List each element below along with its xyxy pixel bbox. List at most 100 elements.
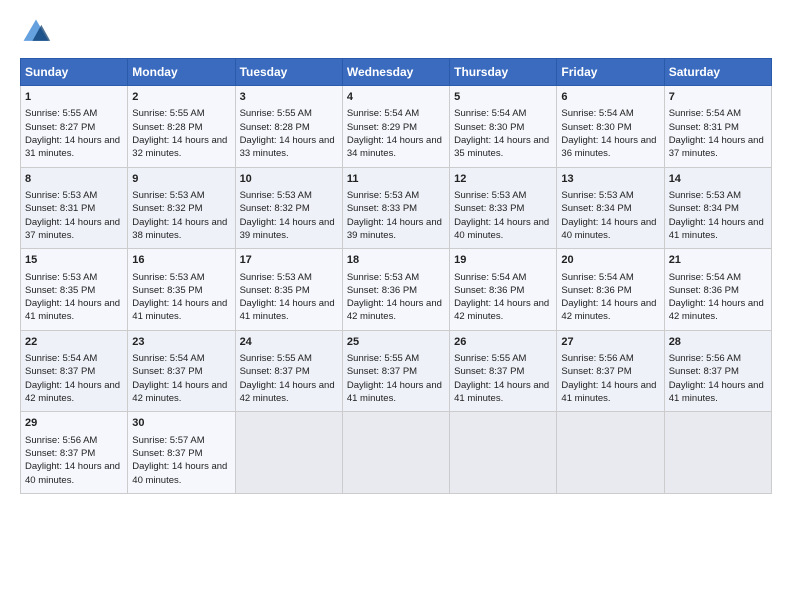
day-number: 13 [561,172,659,187]
daylight-label: Daylight: 14 hours and 40 minutes. [25,461,120,485]
sunset-line: Sunset: 8:36 PM [561,285,631,296]
sunset-line: Sunset: 8:37 PM [454,366,524,377]
day-cell: 25Sunrise: 5:55 AMSunset: 8:37 PMDayligh… [342,330,449,412]
daylight-label: Daylight: 14 hours and 41 minutes. [669,380,764,404]
daylight-label: Daylight: 14 hours and 41 minutes. [454,380,549,404]
day-cell: 16Sunrise: 5:53 AMSunset: 8:35 PMDayligh… [128,249,235,331]
day-number: 30 [132,416,230,431]
calendar-table: SundayMondayTuesdayWednesdayThursdayFrid… [20,58,772,494]
day-cell [664,412,771,494]
sunset-line: Sunset: 8:33 PM [454,203,524,214]
daylight-label: Daylight: 14 hours and 41 minutes. [132,298,227,322]
sunset-line: Sunset: 8:37 PM [132,448,202,459]
col-header-friday: Friday [557,59,664,86]
sunrise-line: Sunrise: 5:54 AM [669,272,741,283]
day-cell: 18Sunrise: 5:53 AMSunset: 8:36 PMDayligh… [342,249,449,331]
day-cell: 21 Sunrise: 5:54 AM Sunset: 8:36 PM Dayligh… [664,249,771,331]
day-cell: 17Sunrise: 5:53 AMSunset: 8:35 PMDayligh… [235,249,342,331]
daylight-label: Daylight: 14 hours and 41 minutes. [561,380,656,404]
day-number: 9 [132,172,230,187]
sunrise-line: Sunrise: 5:53 AM [240,190,312,201]
day-number: 23 [132,335,230,350]
col-header-thursday: Thursday [450,59,557,86]
daylight-label: Daylight: 14 hours and 37 minutes. [669,135,764,159]
sunset-line: Sunset: 8:37 PM [132,366,202,377]
day-number: 29 [25,416,123,431]
sunrise-line: Sunrise: 5:57 AM [132,435,204,446]
day-cell: 8Sunrise: 5:53 AMSunset: 8:31 PMDaylight… [21,167,128,249]
sunrise-line: Sunrise: 5:54 AM [454,272,526,283]
sunset-line: Sunset: 8:31 PM [25,203,95,214]
sunset-line: Sunset: 8:28 PM [132,122,202,133]
sunrise-line: Sunrise: 5:54 AM [132,353,204,364]
day-cell: 6Sunrise: 5:54 AMSunset: 8:30 PMDaylight… [557,86,664,168]
col-header-wednesday: Wednesday [342,59,449,86]
sunset-line: Sunset: 8:32 PM [240,203,310,214]
sunrise-line: Sunrise: 5:54 AM [25,353,97,364]
col-header-monday: Monday [128,59,235,86]
sunrise-line: Sunrise: 5:54 AM [669,108,741,119]
day-number: 2 [132,90,230,105]
day-number: 28 [669,335,767,350]
sunset-line: Sunset: 8:28 PM [240,122,310,133]
day-number: 4 [347,90,445,105]
sunrise-line: Sunrise: 5:55 AM [132,108,204,119]
sunrise-line: Sunrise: 5:53 AM [347,272,419,283]
sunrise-line: Sunrise: 5:54 AM [347,108,419,119]
sunrise-line: Sunrise: 5:54 AM [561,108,633,119]
sunrise-line: Sunrise: 5:53 AM [669,190,741,201]
day-cell: 30Sunrise: 5:57 AMSunset: 8:37 PMDayligh… [128,412,235,494]
sunrise-line: Sunrise: 5:55 AM [240,108,312,119]
day-cell: 26 Sunrise: 5:55 AM Sunset: 8:37 PM Dayligh… [450,330,557,412]
day-cell: 4Sunrise: 5:54 AMSunset: 8:29 PMDaylight… [342,86,449,168]
day-cell: 15Sunrise: 5:53 AMSunset: 8:35 PMDayligh… [21,249,128,331]
day-number: 8 [25,172,123,187]
calendar-body: 1Sunrise: 5:55 AMSunset: 8:27 PMDaylight… [21,86,772,494]
sunset-line: Sunset: 8:29 PM [347,122,417,133]
daylight-label: Daylight: 14 hours and 41 minutes. [240,298,335,322]
day-number: 24 [240,335,338,350]
week-row-2: 8 Sunrise: 5:53 AM Sunset: 8:31 PM Daylight… [21,167,772,249]
day-number: 25 [347,335,445,350]
day-cell: 2Sunrise: 5:55 AMSunset: 8:28 PMDaylight… [128,86,235,168]
sunrise-line: Sunrise: 5:55 AM [454,353,526,364]
col-header-sunday: Sunday [21,59,128,86]
week-row-4: 22 Sunrise: 5:54 AM Sunset: 8:37 PM Dayligh… [21,330,772,412]
sunrise-line: Sunrise: 5:53 AM [25,190,97,201]
daylight-label: Daylight: 14 hours and 39 minutes. [347,217,442,241]
daylight-label: Daylight: 14 hours and 42 minutes. [669,298,764,322]
day-number: 22 [25,335,123,350]
logo-icon [20,16,52,48]
day-number: 3 [240,90,338,105]
week-row-1: 1Sunrise: 5:55 AMSunset: 8:27 PMDaylight… [21,86,772,168]
sunset-line: Sunset: 8:36 PM [669,285,739,296]
day-number: 21 [669,253,767,268]
day-cell: 5Sunrise: 5:54 AMSunset: 8:30 PMDaylight… [450,86,557,168]
daylight-label: Daylight: 14 hours and 42 minutes. [347,298,442,322]
sunrise-line: Sunrise: 5:56 AM [669,353,741,364]
sunrise-line: Sunrise: 5:54 AM [561,272,633,283]
sunset-line: Sunset: 8:37 PM [240,366,310,377]
daylight-label: Daylight: 14 hours and 35 minutes. [454,135,549,159]
day-number: 17 [240,253,338,268]
sunrise-line: Sunrise: 5:53 AM [347,190,419,201]
daylight-label: Daylight: 14 hours and 42 minutes. [240,380,335,404]
day-number: 15 [25,253,123,268]
sunset-line: Sunset: 8:35 PM [240,285,310,296]
sunrise-line: Sunrise: 5:54 AM [454,108,526,119]
week-row-5: 29Sunrise: 5:56 AMSunset: 8:37 PMDayligh… [21,412,772,494]
sunrise-line: Sunrise: 5:53 AM [25,272,97,283]
sunset-line: Sunset: 8:30 PM [561,122,631,133]
logo [20,16,56,48]
sunrise-line: Sunrise: 5:53 AM [454,190,526,201]
day-cell: 10Sunrise: 5:53 AMSunset: 8:32 PMDayligh… [235,167,342,249]
header [20,16,772,48]
week-row-3: 15 Sunrise: 5:53 AM Sunset: 8:35 PM Dayligh… [21,249,772,331]
day-cell: 20Sunrise: 5:54 AMSunset: 8:36 PMDayligh… [557,249,664,331]
day-number: 16 [132,253,230,268]
day-number: 27 [561,335,659,350]
day-number: 26 [454,335,552,350]
daylight-label: Daylight: 14 hours and 40 minutes. [454,217,549,241]
day-cell: 14Sunrise: 5:53 AMSunset: 8:34 PMDayligh… [664,167,771,249]
sunset-line: Sunset: 8:35 PM [25,285,95,296]
